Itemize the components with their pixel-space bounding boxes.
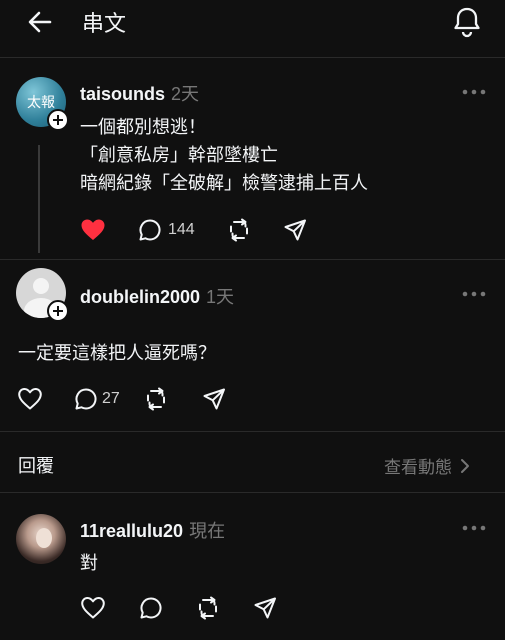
- reply1-username[interactable]: doublelin2000: [80, 287, 200, 308]
- post-username[interactable]: taisounds: [80, 84, 165, 105]
- reply1-time: 1天: [206, 287, 235, 307]
- repost-icon[interactable]: [144, 387, 168, 411]
- comment-icon[interactable]: [138, 218, 162, 242]
- reply1-divider: [0, 431, 505, 432]
- more-icon[interactable]: [462, 524, 486, 532]
- post-actions: 144: [80, 218, 307, 242]
- post-meta: taisounds 2天: [80, 80, 199, 106]
- comment-icon[interactable]: [74, 387, 98, 411]
- more-icon[interactable]: [462, 88, 486, 96]
- top-bar: 串文: [0, 0, 505, 44]
- page-title: 串文: [82, 12, 127, 37]
- post-line: 暗網紀錄「全破解」檢警逮捕上百人: [80, 173, 368, 194]
- bell-icon[interactable]: [452, 6, 482, 38]
- heart-icon[interactable]: [80, 596, 106, 620]
- thread-line: [38, 145, 40, 253]
- post-time: 2天: [171, 84, 200, 104]
- reply1-avatar-wrap[interactable]: [16, 268, 69, 322]
- view-activity-label: 查看動態: [384, 458, 452, 478]
- avatar-logo-text: 太報: [27, 95, 55, 111]
- repost-icon[interactable]: [227, 218, 251, 242]
- replies-label: 回覆: [18, 456, 54, 477]
- repost-icon[interactable]: [196, 596, 220, 620]
- comment-count: 27: [102, 390, 120, 407]
- post-line: 「創意私房」幹部墜樓亡: [80, 145, 278, 166]
- reply2-actions: [80, 596, 277, 620]
- reply2-time: 現在: [189, 521, 226, 541]
- reply1-text: 一定要這樣把人逼死嗎？: [18, 343, 216, 364]
- reply1-actions: 27: [17, 387, 226, 411]
- reply2-username[interactable]: 11reallulu20: [80, 521, 183, 542]
- share-icon[interactable]: [253, 596, 277, 620]
- more-icon[interactable]: [462, 290, 486, 298]
- chevron-right-icon: [461, 458, 469, 473]
- avatar[interactable]: [16, 514, 66, 564]
- follow-plus-icon[interactable]: [47, 300, 69, 322]
- post-divider: [0, 259, 505, 260]
- comment-icon[interactable]: [139, 596, 163, 620]
- arrow-left-icon[interactable]: [26, 8, 54, 36]
- avatar-face-shape: [36, 528, 52, 548]
- avatar-head-shape: [33, 278, 49, 294]
- share-icon[interactable]: [283, 218, 307, 242]
- reply2-text: 對: [80, 553, 98, 574]
- share-icon[interactable]: [202, 387, 226, 411]
- heart-filled-icon[interactable]: [80, 218, 106, 242]
- reply2-meta: 11reallulu20 現在: [80, 517, 225, 543]
- post-avatar-wrap[interactable]: 太報: [16, 77, 69, 131]
- post-text: 一個都別想逃！ 「創意私房」幹部墜樓亡 暗網紀錄「全破解」檢警逮捕上百人: [80, 114, 368, 198]
- post-line: 一個都別想逃！: [80, 117, 206, 138]
- heart-icon[interactable]: [17, 387, 43, 411]
- replies-divider: [0, 492, 505, 493]
- reply1-meta: doublelin2000 1天: [80, 283, 234, 309]
- header-divider: [0, 57, 505, 58]
- view-activity-link[interactable]: 查看動態: [384, 453, 470, 478]
- comment-count: 144: [168, 221, 195, 238]
- follow-plus-icon[interactable]: [47, 109, 69, 131]
